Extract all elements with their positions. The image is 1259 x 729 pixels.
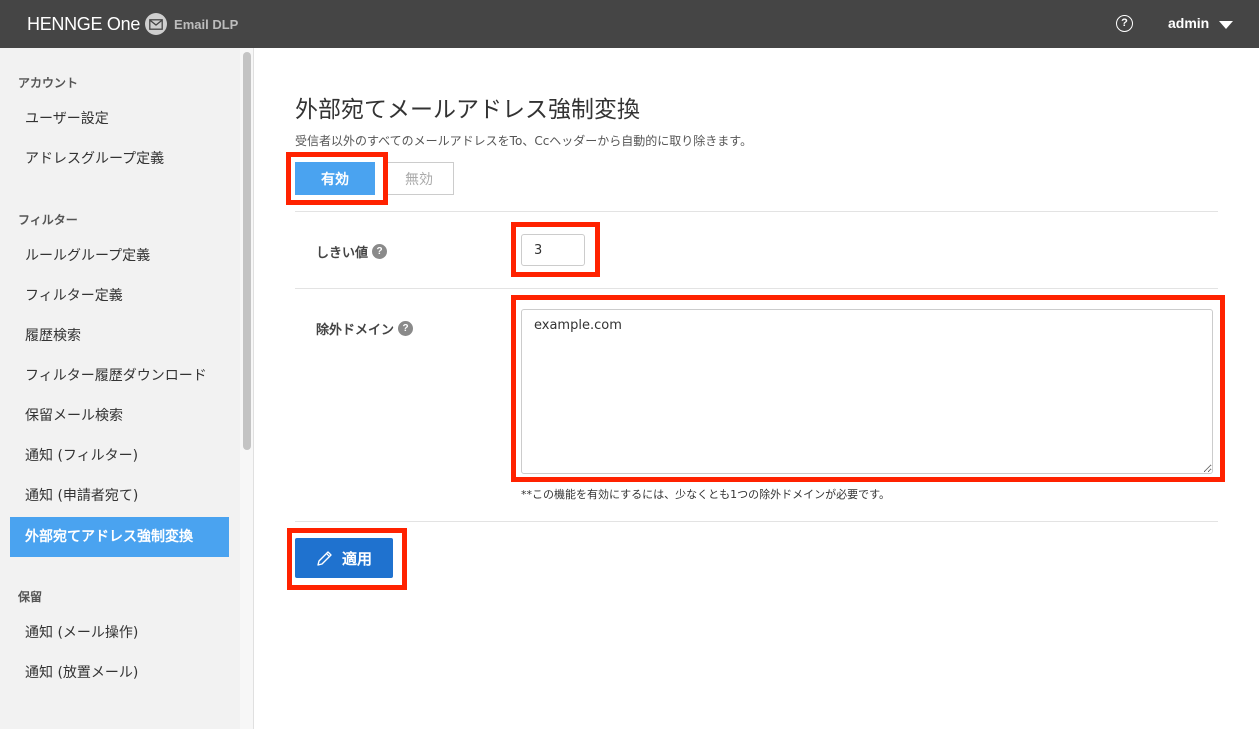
- sidebar-section-filter: フィルター: [18, 213, 78, 227]
- caret-down-icon[interactable]: [1219, 21, 1233, 29]
- apply-button[interactable]: 適用: [295, 538, 393, 578]
- user-menu[interactable]: admin: [1168, 15, 1209, 31]
- brand-name: HENNGE One: [27, 13, 141, 34]
- sidebar-item-notify-mail-operation[interactable]: 通知 (メール操作): [10, 613, 229, 653]
- brand-logo[interactable]: HENNGE One Email DLP: [27, 12, 238, 36]
- sidebar-item-notify-filter[interactable]: 通知 (フィルター): [10, 436, 229, 476]
- sidebar-item-filter-definitions[interactable]: フィルター定義: [10, 276, 229, 316]
- threshold-label-text: しきい値: [316, 246, 369, 261]
- sidebar-item-external-address-conversion[interactable]: 外部宛てアドレス強制変換: [10, 517, 229, 557]
- threshold-label: しきい値 ?: [316, 242, 388, 261]
- sidebar-item-notify-applicant[interactable]: 通知 (申請者宛て): [10, 476, 229, 516]
- exclude-domain-label-text: 除外ドメイン: [316, 323, 395, 338]
- page-title: 外部宛てメールアドレス強制変換: [295, 97, 640, 123]
- sidebar-scrollbar-thumb[interactable]: [243, 52, 251, 450]
- exclude-domain-label: 除外ドメイン ?: [316, 319, 414, 338]
- sidebar-item-user-settings[interactable]: ユーザー設定: [10, 99, 229, 139]
- sidebar-item-history-search[interactable]: 履歴検索: [10, 316, 229, 356]
- mail-icon: [145, 13, 168, 35]
- pencil-icon: [316, 550, 333, 567]
- sidebar-item-history-download[interactable]: フィルター履歴ダウンロード: [10, 356, 229, 396]
- sidebar: アカウント ユーザー設定 アドレスグループ定義 フィルター ルールグループ定義 …: [0, 48, 254, 729]
- product-name: Email DLP: [174, 16, 239, 32]
- sidebar-item-held-mail-search[interactable]: 保留メール検索: [10, 396, 229, 436]
- requirement-note: **この機能を有効にするには、少なくとも1つの除外ドメインが必要です。: [521, 488, 891, 501]
- threshold-input[interactable]: [521, 234, 585, 266]
- top-header: HENNGE One Email DLP ? admin: [0, 0, 1259, 48]
- sidebar-section-hold: 保留: [18, 590, 43, 604]
- sidebar-section-account: アカウント: [18, 76, 79, 90]
- question-icon[interactable]: ?: [372, 244, 388, 259]
- divider: [295, 521, 1218, 522]
- sidebar-item-address-groups[interactable]: アドレスグループ定義: [10, 139, 229, 179]
- divider: [295, 211, 1218, 212]
- sidebar-item-rule-groups[interactable]: ルールグループ定義: [10, 236, 229, 276]
- divider: [295, 288, 1218, 289]
- enable-toggle-button[interactable]: 有効: [295, 162, 375, 195]
- sidebar-item-notify-idle-mail[interactable]: 通知 (放置メール): [10, 653, 229, 693]
- disable-toggle-button[interactable]: 無効: [384, 162, 454, 195]
- question-icon[interactable]: ?: [398, 321, 414, 336]
- help-icon[interactable]: ?: [1116, 15, 1133, 32]
- exclude-domain-textarea[interactable]: example.com: [521, 309, 1213, 474]
- page-description: 受信者以外のすべてのメールアドレスをTo、Ccヘッダーから自動的に取り除きます。: [295, 134, 753, 148]
- apply-button-label: 適用: [341, 549, 372, 568]
